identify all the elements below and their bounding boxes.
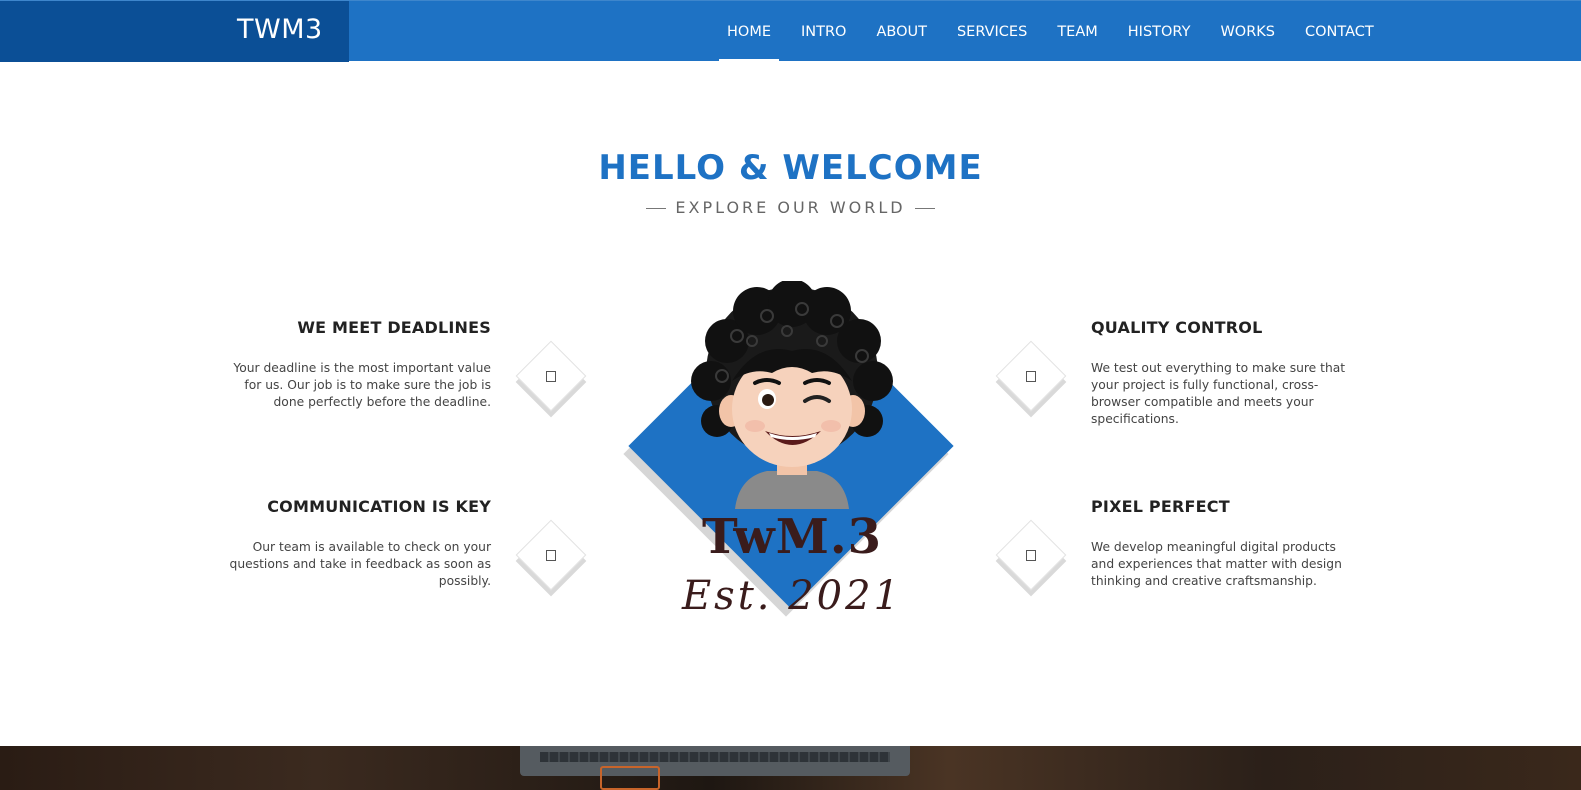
feature-title: QUALITY CONTROL bbox=[1091, 318, 1263, 337]
feature-title: WE MEET DEADLINES bbox=[297, 318, 491, 337]
nav-item-about[interactable]: ABOUT bbox=[861, 1, 942, 62]
feature-deadlines-badge bbox=[511, 336, 591, 418]
chat-icon bbox=[511, 515, 591, 595]
main-nav: HOME INTRO ABOUT SERVICES TEAM HISTORY W… bbox=[712, 1, 1389, 62]
feature-text: We test out everything to make sure that… bbox=[1091, 361, 1346, 426]
hero-subtitle-text: EXPLORE OUR WORLD bbox=[675, 198, 906, 217]
feature-pixel-badge bbox=[991, 515, 1071, 597]
clock-icon bbox=[511, 336, 591, 416]
emblem-established: Est. 2021 bbox=[681, 573, 903, 619]
center-emblem: TwM.3 Est. 2021 bbox=[623, 281, 957, 631]
nav-item-contact[interactable]: CONTACT bbox=[1290, 1, 1389, 62]
feature-deadlines: WE MEET DEADLINES Your deadline is the m… bbox=[221, 318, 491, 411]
feature-title: COMMUNICATION IS KEY bbox=[267, 497, 491, 516]
feature-communication: COMMUNICATION IS KEY Our team is availab… bbox=[221, 497, 491, 590]
phone-image bbox=[600, 766, 660, 790]
emblem-name: TwM.3 bbox=[701, 509, 882, 565]
feature-text: We develop meaningful digital products a… bbox=[1091, 540, 1342, 588]
nav-item-history[interactable]: HISTORY bbox=[1113, 1, 1206, 62]
nav-item-home[interactable]: HOME bbox=[712, 1, 786, 62]
brand-logo-text[interactable]: TWM3 bbox=[237, 14, 323, 45]
parallax-photo-section bbox=[0, 746, 1581, 790]
hero-title: HELLO & WELCOME bbox=[598, 148, 983, 188]
subtitle-dash-right bbox=[914, 208, 935, 209]
brand-block[interactable]: TWM3 bbox=[0, 1, 349, 62]
subtitle-dash-left bbox=[646, 208, 667, 209]
nav-item-intro[interactable]: INTRO bbox=[786, 1, 861, 62]
feature-text: Our team is available to check on your q… bbox=[229, 540, 491, 588]
avatar-illustration bbox=[691, 281, 893, 509]
hero-subtitle: EXPLORE OUR WORLD bbox=[0, 198, 1581, 217]
top-navbar: TWM3 HOME INTRO ABOUT SERVICES TEAM HIST… bbox=[0, 0, 1581, 62]
feature-communication-badge bbox=[511, 515, 591, 597]
feature-pixel: PIXEL PERFECT We develop meaningful digi… bbox=[1091, 497, 1361, 590]
feature-title: PIXEL PERFECT bbox=[1091, 497, 1230, 516]
laptop-image bbox=[520, 746, 910, 776]
feature-quality-badge bbox=[991, 336, 1071, 418]
nav-item-team[interactable]: TEAM bbox=[1042, 1, 1112, 62]
check-icon bbox=[991, 336, 1071, 416]
nav-item-services[interactable]: SERVICES bbox=[942, 1, 1042, 62]
pencil-icon bbox=[991, 515, 1071, 595]
feature-quality: QUALITY CONTROL We test out everything t… bbox=[1091, 318, 1361, 428]
feature-text: Your deadline is the most important valu… bbox=[233, 361, 491, 409]
nav-item-works[interactable]: WORKS bbox=[1205, 1, 1290, 62]
